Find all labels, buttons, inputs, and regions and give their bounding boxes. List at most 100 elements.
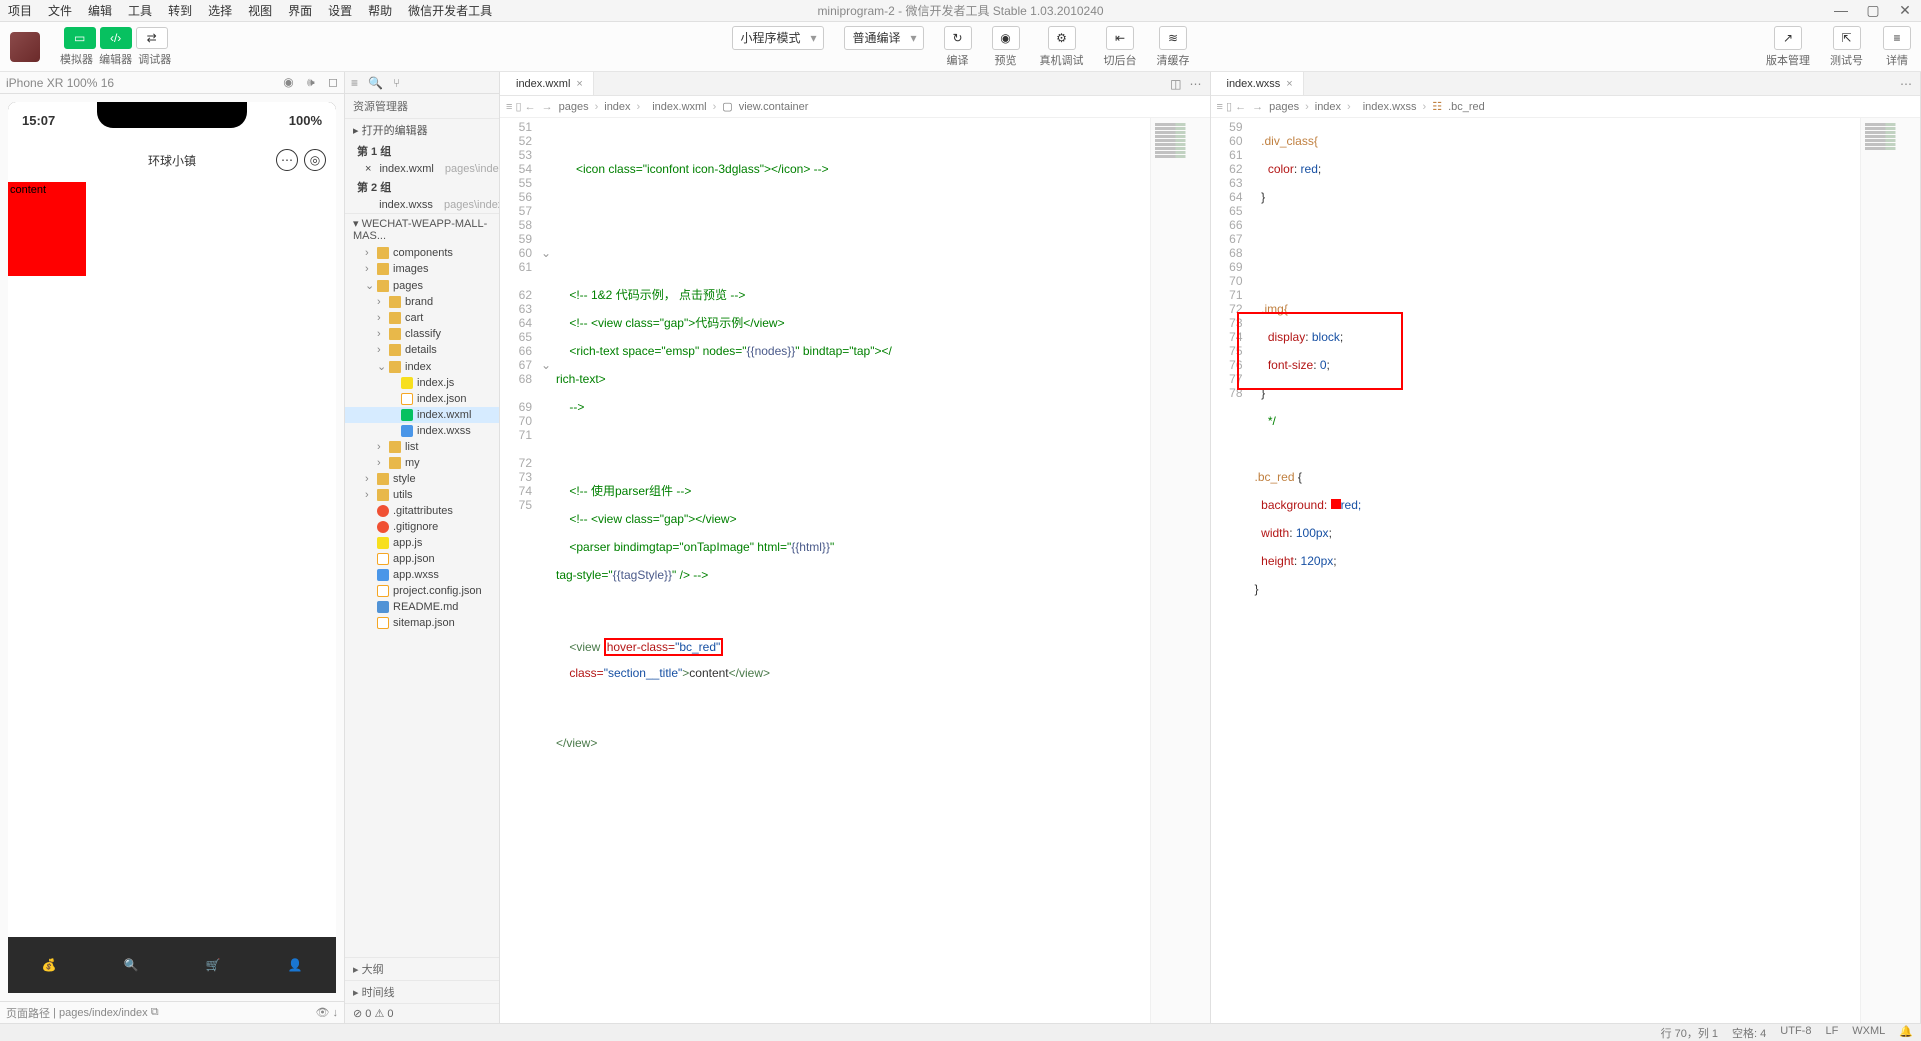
open-tab[interactable]: index.wxss pages\index bbox=[345, 197, 499, 213]
tab-user-icon[interactable]: 👤 bbox=[254, 937, 336, 993]
menu-item[interactable]: 视图 bbox=[240, 2, 280, 19]
status-bar: 行 70，列 1 空格: 4 UTF-8 LF WXML 🔔 bbox=[0, 1023, 1921, 1041]
explorer-branch-icon[interactable]: ⑂ bbox=[393, 76, 400, 90]
more-icon[interactable]: ⋯ bbox=[1900, 77, 1912, 91]
device-label[interactable]: iPhone XR 100% 16 bbox=[6, 76, 114, 90]
eol[interactable]: LF bbox=[1825, 1025, 1838, 1041]
menu-item[interactable]: 设置 bbox=[320, 2, 360, 19]
details-button[interactable]: ≡ bbox=[1883, 26, 1911, 50]
tree-item-list[interactable]: ›list bbox=[345, 439, 499, 455]
tree-item-style[interactable]: ›style bbox=[345, 471, 499, 487]
tree-item-index.json[interactable]: index.json bbox=[345, 391, 499, 407]
tree-item-.gitignore[interactable]: .gitignore bbox=[345, 519, 499, 535]
tab-wxml[interactable]: index.wxml× bbox=[500, 72, 594, 95]
timeline-section[interactable]: ▸ 时间线 bbox=[345, 980, 499, 1003]
preview-button[interactable]: ◉ bbox=[992, 26, 1020, 50]
test-account-button[interactable]: ⇱ bbox=[1833, 26, 1861, 50]
tree-item-app.wxss[interactable]: app.wxss bbox=[345, 567, 499, 583]
hover-box[interactable]: content bbox=[8, 182, 86, 276]
tree-item-images[interactable]: ›images bbox=[345, 261, 499, 277]
menu-item[interactable]: 界面 bbox=[280, 2, 320, 19]
close-tab-icon[interactable]: × bbox=[1286, 78, 1292, 90]
simulator-button[interactable]: ▭ bbox=[64, 27, 96, 49]
tree-item-.gitattributes[interactable]: .gitattributes bbox=[345, 503, 499, 519]
compile-button[interactable]: ↻ bbox=[944, 26, 972, 50]
bell-icon[interactable]: 🔔 bbox=[1899, 1025, 1913, 1041]
open-tab[interactable]: × index.wxml pages\index bbox=[345, 161, 499, 177]
record-icon[interactable]: ◉ bbox=[283, 75, 293, 89]
tree-item-app.json[interactable]: app.json bbox=[345, 551, 499, 567]
tree-item-sitemap.json[interactable]: sitemap.json bbox=[345, 615, 499, 631]
menu-item[interactable]: 编辑 bbox=[80, 2, 120, 19]
tree-item-my[interactable]: ›my bbox=[345, 455, 499, 471]
menu-item[interactable]: 工具 bbox=[120, 2, 160, 19]
version-button[interactable]: ↗ bbox=[1774, 26, 1802, 50]
code-content[interactable]: <icon class="iconfont icon-3dglass"></ic… bbox=[552, 118, 1150, 1023]
tree-item-project.config.json[interactable]: project.config.json bbox=[345, 583, 499, 599]
mute-icon[interactable]: 🕪 bbox=[307, 75, 315, 89]
close-button[interactable]: ✕ bbox=[1889, 2, 1921, 19]
split-icon[interactable]: ◫ bbox=[1170, 77, 1181, 91]
tree-item-README.md[interactable]: README.md bbox=[345, 599, 499, 615]
tree-item-classify[interactable]: ›classify bbox=[345, 326, 499, 342]
menu-item[interactable]: 文件 bbox=[40, 2, 80, 19]
minimap[interactable] bbox=[1150, 118, 1210, 1023]
background-button[interactable]: ⇤ bbox=[1106, 26, 1134, 50]
outline-section[interactable]: ▸ 大纲 bbox=[345, 957, 499, 980]
more-icon[interactable]: ⋯ bbox=[1190, 77, 1202, 91]
tree-item-cart[interactable]: ›cart bbox=[345, 310, 499, 326]
minimize-button[interactable]: — bbox=[1825, 2, 1857, 19]
language-mode[interactable]: WXML bbox=[1852, 1025, 1885, 1041]
open-editors-section[interactable]: ▸ 打开的编辑器 bbox=[345, 118, 499, 141]
back-icon[interactable]: ≡ ▯ ← bbox=[1217, 100, 1247, 113]
menu-item[interactable]: 转到 bbox=[160, 2, 200, 19]
menu-item[interactable]: 项目 bbox=[0, 2, 40, 19]
tab-wxss[interactable]: index.wxss× bbox=[1211, 72, 1304, 95]
tree-item-details[interactable]: ›details bbox=[345, 342, 499, 358]
editor-wxss: index.wxss× ⋯ ≡ ▯ ←→ pages› index› index… bbox=[1211, 72, 1921, 1023]
minimap[interactable] bbox=[1860, 118, 1920, 1023]
compile-dropdown[interactable]: 普通编译 bbox=[844, 26, 924, 50]
problems-count[interactable]: ⊘ 0 ⚠ 0 bbox=[345, 1003, 499, 1023]
project-root[interactable]: ▾ WECHAT-WEAPP-MALL-MAS... bbox=[345, 213, 499, 245]
code-content[interactable]: .div_class{ color: red; } .img{ display:… bbox=[1251, 118, 1861, 1023]
explorer-search-icon[interactable]: 🔍 bbox=[368, 76, 383, 90]
close-tab-icon[interactable]: × bbox=[576, 78, 582, 90]
tree-item-index.js[interactable]: index.js bbox=[345, 375, 499, 391]
tree-item-utils[interactable]: ›utils bbox=[345, 487, 499, 503]
encoding[interactable]: UTF-8 bbox=[1780, 1025, 1811, 1041]
back-icon[interactable]: ≡ ▯ ← bbox=[506, 100, 536, 113]
tree-item-app.js[interactable]: app.js bbox=[345, 535, 499, 551]
tab-search-icon[interactable]: 🔍 bbox=[90, 937, 172, 993]
popup-icon[interactable]: ◻ bbox=[328, 75, 338, 89]
remote-debug-button[interactable]: ⚙ bbox=[1048, 26, 1076, 50]
tree-item-brand[interactable]: ›brand bbox=[345, 294, 499, 310]
tab-cart-icon[interactable]: 🛒 bbox=[172, 937, 254, 993]
eye-icon[interactable]: 👁 ↓ bbox=[315, 1006, 338, 1019]
capsule-menu-icon[interactable]: ⋯ bbox=[276, 149, 298, 171]
debugger-button[interactable]: ⇄ bbox=[136, 27, 168, 49]
tree-item-index.wxss[interactable]: index.wxss bbox=[345, 423, 499, 439]
fwd-icon[interactable]: → bbox=[1252, 101, 1263, 113]
capsule-close-icon[interactable]: ◎ bbox=[304, 149, 326, 171]
menu-item[interactable]: 帮助 bbox=[360, 2, 400, 19]
mode-dropdown[interactable]: 小程序模式 bbox=[731, 26, 823, 50]
tab-home-icon[interactable]: 💰 bbox=[8, 937, 90, 993]
cursor-position[interactable]: 行 70，列 1 bbox=[1661, 1025, 1718, 1041]
indent-setting[interactable]: 空格: 4 bbox=[1732, 1025, 1766, 1041]
tree-item-components[interactable]: ›components bbox=[345, 245, 499, 261]
page-route[interactable]: pages/index/index bbox=[59, 1007, 148, 1019]
menu-item[interactable]: 微信开发者工具 bbox=[400, 2, 500, 19]
tree-item-index[interactable]: ⌄index bbox=[345, 358, 499, 375]
menu-item[interactable]: 选择 bbox=[200, 2, 240, 19]
maximize-button[interactable]: ▢ bbox=[1857, 2, 1889, 19]
explorer-format-icon[interactable]: ≡ bbox=[351, 76, 358, 90]
breadcrumb[interactable]: ≡ ▯ ←→ pages› index› index.wxml› ▢ view.… bbox=[500, 96, 1210, 118]
editor-button[interactable]: ‹/› bbox=[100, 27, 132, 49]
fwd-icon[interactable]: → bbox=[542, 101, 553, 113]
avatar[interactable] bbox=[10, 32, 40, 62]
breadcrumb[interactable]: ≡ ▯ ←→ pages› index› index.wxss› ☷ .bc_r… bbox=[1211, 96, 1921, 118]
tree-item-index.wxml[interactable]: index.wxml bbox=[345, 407, 499, 423]
clear-cache-button[interactable]: ≋ bbox=[1159, 26, 1187, 50]
tree-item-pages[interactable]: ⌄pages bbox=[345, 277, 499, 294]
